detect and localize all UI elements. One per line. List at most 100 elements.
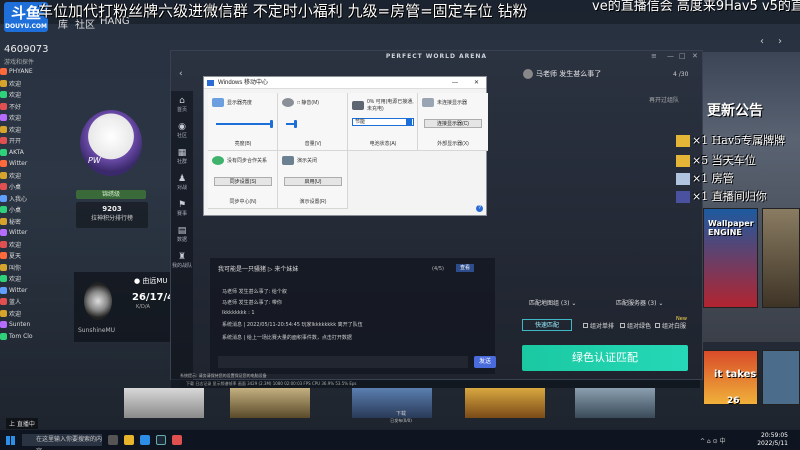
map-select[interactable]: 匹配地图组 (3) ⌄ [529,298,611,307]
brightness-slider[interactable] [216,120,273,128]
wallpaper-engine-tile[interactable]: Wallpaper ENGINE [703,208,758,308]
thumbnail[interactable] [124,388,204,418]
chat-head: 我可能是一只骚猪 ▷ 来个妹妹 [218,266,299,273]
thumbnail[interactable] [465,388,545,418]
user-badge-icon [0,263,7,271]
dialog-close-icon[interactable]: ✕ [474,77,479,89]
prev-arrow-icon[interactable]: ‹ [760,36,764,47]
user-badge-icon [0,148,7,156]
user-badge-icon [0,206,7,214]
game-tile-extra[interactable] [762,350,800,405]
nav-icon: ◉ [178,121,186,132]
option-green[interactable]: 组对绿色 [620,321,651,330]
chat-row-text: 不好 [9,103,22,111]
chat-row: 小桌 [0,181,44,193]
chat-input[interactable] [218,356,468,368]
logo-sub: DOUYU.COM [5,23,47,30]
minimize-icon[interactable]: — [667,52,674,60]
server-select[interactable]: 匹配服务器 (3) ⌄ [616,298,698,307]
game-tile-battle[interactable] [762,208,800,308]
browser-icon[interactable] [140,435,150,445]
chat-row: 欢迎 [0,112,44,124]
chat-view-button[interactable]: 查看 [456,264,474,272]
mute-checkbox[interactable]: □ 静音(M) [297,99,319,106]
clock-date: 2022/5/11 [757,440,788,447]
menu-icon[interactable]: ≡ [651,52,657,60]
nav-item[interactable]: ♜ 我的战队 [171,247,193,273]
user-badge-icon [0,102,7,110]
reward-text: ×1 Hav5专属牌牌 [692,134,786,147]
back-arrow-icon[interactable]: ‹ [179,69,183,79]
enable-presentation-button[interactable]: 启用(U) [284,177,342,186]
option-solo[interactable]: 组对单排 [583,321,614,330]
next-arrow-icon[interactable]: › [778,36,782,47]
user-badge-icon [0,114,7,122]
chevron-down-icon [406,119,412,125]
help-icon[interactable]: ? [476,205,483,212]
close-icon[interactable]: ✕ [692,52,698,60]
chat-row: PHYANE [0,66,44,78]
anime-icon [676,173,690,185]
nav-label: 首页 [176,106,187,113]
chat-row: 小桌 [0,204,44,216]
app-icon[interactable] [172,435,182,445]
dialog-minimize-icon[interactable]: — [452,77,458,89]
user-badge-icon [0,229,7,237]
system-tray[interactable]: ^ ⌂ ⊙ 中 [700,436,726,445]
stream-marquee-right: ve的直播信会 高度来9Hav5 v5的直播间钛制 多位关注Ha [592,0,800,14]
user-badge-icon [0,275,7,283]
chat-row: 欢迎 [0,89,44,101]
rank-value: 9203 [102,205,122,213]
teammate-link[interactable]: ● 由远MU [134,276,168,286]
clock[interactable]: 20:59:05 2022/5/11 [748,432,788,448]
user-badge-icon [0,91,7,99]
chat-message: 马老师 发生甚么事了: 带你 [222,300,282,306]
nav-item[interactable]: ▦ 社群 [171,143,193,169]
thumbnail[interactable] [230,388,310,418]
clock-time: 20:59:05 [761,432,788,439]
tile-brightness-foot: 亮度(B) [234,141,252,147]
green-match-button[interactable]: 绿色认证匹配 [522,345,688,371]
tile-presentation-head: 演示关闭 [297,158,318,164]
chat-row-text: 欢迎 [9,92,22,100]
file-explorer-icon[interactable] [124,435,134,445]
stream-marquee: 车位加代打粉丝牌六级进微信群 不定时小福利 九级=房管=固定车位 钻粉 [38,2,528,20]
connect-display-button[interactable]: 连接显示器(C) [424,119,482,128]
volume-slider[interactable] [286,120,297,128]
nav-item[interactable]: ⌂ 首页 [171,91,193,117]
start-icon[interactable] [6,436,15,445]
chat-row: 叫你 [0,262,44,274]
chat-row-text: Witter [9,160,28,168]
sync-settings-button[interactable]: 同步设置(S) [214,177,272,186]
option-white-label: 组对白服 [662,323,687,330]
profile[interactable]: 马老师 发生甚么事了 [523,69,601,79]
user-badge-icon [0,217,7,225]
tile-presentation: 演示关闭 启用(U) 演示设置(R) [278,151,348,209]
anime-icon [676,191,690,203]
nav-item[interactable]: ♟ 对战 [171,169,193,195]
mobility-center-dialog: Windows 移动中心 — ✕ 显示器亮度 亮度(B) □ 静音(M) 音量(… [203,76,488,216]
chat-row: 不好 [0,101,44,113]
nav-item[interactable]: ▤ 数据 [171,221,193,247]
chat-row: 欢迎 [0,308,44,320]
nav-item[interactable]: ⚑ 赛事 [171,195,193,221]
send-button[interactable]: 发送 [474,356,496,368]
quick-match-button[interactable]: 快速匹配 [522,319,572,331]
chat-row: Witter [0,285,44,297]
thumbnail[interactable] [575,388,655,418]
nav-label: 数据 [176,236,187,243]
nav-label: 对战 [176,184,187,191]
history-link[interactable]: 再开过组队 [649,95,679,104]
sync-icon [212,156,224,165]
chat-row-text: Witter [9,229,28,237]
chat-row-text: 秘密 [9,218,22,226]
power-plan-select[interactable]: 节能 [352,118,414,126]
task-view-icon[interactable] [108,435,118,445]
maximize-icon[interactable]: □ [679,52,686,60]
taskbar-search[interactable]: 在这里输入你要搜索的内容 [22,434,102,450]
steam-icon[interactable] [156,435,166,445]
nav-item[interactable]: ◉ 社区 [171,117,193,143]
download-label: 下载 [395,411,406,417]
chat-row-text: 欢迎 [9,126,22,134]
option-white[interactable]: 组对白服 [655,321,686,330]
